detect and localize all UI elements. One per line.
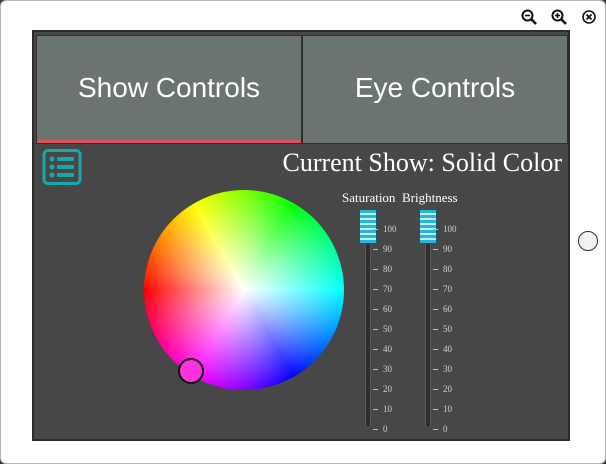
slider-tick-label: 50 [373, 324, 392, 334]
slider-tick-label: 30 [433, 364, 452, 374]
slider-tick-label: 30 [373, 364, 392, 374]
slider-tick-mark [373, 228, 378, 230]
slider-tick-mark [433, 328, 438, 330]
tab-eye-controls[interactable]: Eye Controls [302, 35, 568, 144]
slider-tick-label: 10 [373, 404, 392, 414]
slider-tick-mark [373, 248, 378, 250]
slider-tick-mark [433, 428, 438, 430]
close-icon[interactable] [580, 8, 598, 26]
slider-tick-text: 80 [383, 264, 392, 274]
slider-tick-label: 70 [373, 284, 392, 294]
slider-tick-mark [433, 388, 438, 390]
slider-tick-text: 30 [383, 364, 392, 374]
color-wheel-handle[interactable] [178, 358, 204, 384]
slider-tick-label: 50 [433, 324, 452, 334]
slider-tick-mark [433, 348, 438, 350]
app-window: Show Controls Eye Controls Current Show:… [0, 0, 606, 464]
slider-tick-mark [373, 368, 378, 370]
scroll-handle[interactable] [578, 231, 598, 251]
slider-tick-text: 20 [383, 384, 392, 394]
zoom-out-icon[interactable] [520, 8, 538, 26]
slider-tick-text: 60 [443, 304, 452, 314]
slider-tick-text: 70 [443, 284, 452, 294]
slider-tick-text: 0 [383, 424, 388, 434]
slider-tick-mark [433, 368, 438, 370]
slider-tick-mark [433, 408, 438, 410]
active-tab-indicator [37, 140, 301, 143]
slider-tick-label: 90 [433, 244, 452, 254]
color-wheel[interactable] [144, 190, 344, 390]
slider-tick-text: 50 [443, 324, 452, 334]
slider-tick-label: 10 [433, 404, 452, 414]
slider-tick-label: 100 [373, 224, 397, 234]
slider-tick-text: 90 [443, 244, 452, 254]
slider-tick-text: 60 [383, 304, 392, 314]
slider-tick-text: 30 [443, 364, 452, 374]
slider-tick-text: 50 [383, 324, 392, 334]
tab-bar: Show Controls Eye Controls [36, 35, 568, 144]
slider-tick-text: 100 [443, 224, 457, 234]
slider-tick-text: 0 [443, 424, 448, 434]
slider-tick-mark [373, 428, 378, 430]
slider-tick-mark [433, 308, 438, 310]
slider-tick-mark [433, 248, 438, 250]
slider-tick-mark [433, 228, 438, 230]
slider-tick-label: 90 [373, 244, 392, 254]
slider-tick-label: 40 [433, 344, 452, 354]
current-show-title: Current Show: Solid Color [282, 148, 562, 177]
list-icon[interactable] [42, 149, 82, 185]
slider-tick-label: 20 [373, 384, 392, 394]
tab-eye-controls-label: Eye Controls [354, 71, 516, 103]
zoom-in-icon[interactable] [550, 8, 568, 26]
slider-tick-text: 20 [443, 384, 452, 394]
slider-tick-text: 40 [443, 344, 452, 354]
slider-tick-text: 80 [443, 264, 452, 274]
slider-tick-label: 0 [433, 424, 448, 434]
slider-tick-label: 60 [373, 304, 392, 314]
slider-tick-text: 40 [383, 344, 392, 354]
slider-tick-text: 70 [383, 284, 392, 294]
slider-tick-label: 100 [433, 224, 457, 234]
slider-tick-mark [373, 408, 378, 410]
slider-tick-label: 40 [373, 344, 392, 354]
slider-tick-label: 80 [373, 264, 392, 274]
slider-tick-mark [373, 288, 378, 290]
brightness-label: Brightness [402, 190, 458, 205]
slider-tick-mark [373, 328, 378, 330]
slider-tick-mark [373, 308, 378, 310]
saturation-label: Saturation [342, 190, 396, 205]
slider-tick-mark [433, 288, 438, 290]
app-panel: Show Controls Eye Controls Current Show:… [32, 30, 570, 441]
slider-tick-label: 80 [433, 264, 452, 274]
slider-tick-label: 20 [433, 384, 452, 394]
slider-tick-label: 70 [433, 284, 452, 294]
slider-tick-text: 10 [443, 404, 452, 414]
slider-tick-mark [373, 348, 378, 350]
tab-show-controls-label: Show Controls [77, 71, 261, 103]
slider-tick-text: 100 [383, 224, 397, 234]
slider-tick-label: 60 [433, 304, 452, 314]
slider-tick-mark [373, 388, 378, 390]
slider-tick-text: 10 [383, 404, 392, 414]
slider-tick-label: 0 [373, 424, 388, 434]
slider-tick-text: 90 [383, 244, 392, 254]
slider-tick-mark [433, 268, 438, 270]
slider-tick-mark [373, 268, 378, 270]
tab-show-controls[interactable]: Show Controls [36, 35, 302, 144]
